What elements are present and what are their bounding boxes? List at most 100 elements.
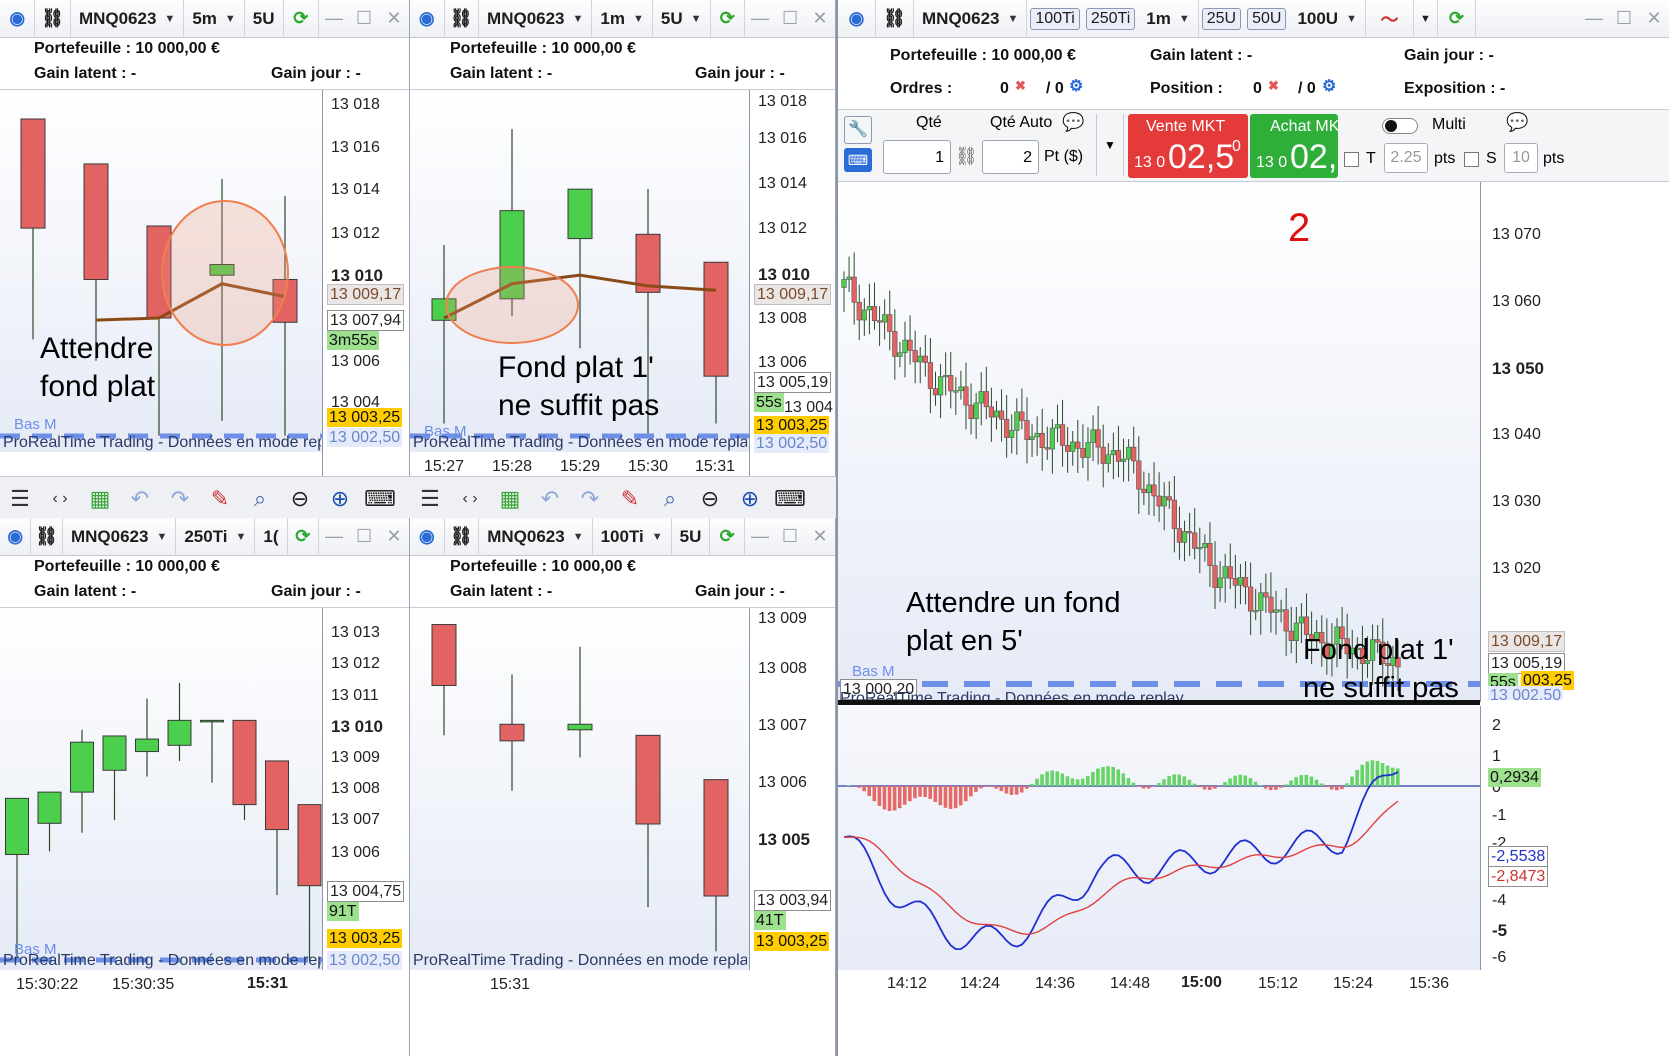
histogram-bar (1324, 786, 1329, 788)
histogram-bar (1111, 766, 1115, 786)
redo-icon[interactable]: ↷ (570, 486, 610, 512)
candle-timer-label: 91T (327, 902, 359, 921)
undo-icon[interactable]: ↶ (530, 486, 570, 512)
zoom-out-icon[interactable]: ⊖ (690, 486, 730, 512)
zoom-fit-icon[interactable]: ⌕ (650, 486, 690, 512)
time-tick: 14:24 (960, 975, 1001, 992)
last-price-label: 13 004,75 (327, 881, 405, 902)
histogram-bar (1187, 779, 1192, 786)
calendar-icon[interactable]: ▦ (490, 486, 530, 512)
keyboard-icon[interactable]: ⌨ (360, 486, 400, 512)
tools-icon[interactable]: ✎ (200, 486, 240, 512)
calendar-icon[interactable]: ▦ (80, 486, 120, 512)
candle-body (703, 779, 729, 897)
candle-body (1192, 532, 1198, 549)
candle-body (1288, 630, 1294, 641)
histogram-bar (1360, 764, 1365, 786)
keyboard-icon[interactable]: ⌨ (770, 486, 810, 512)
candle-body (1039, 432, 1045, 448)
histogram-bar (862, 786, 866, 792)
histogram-bar (1167, 776, 1171, 786)
histogram-bar (1274, 786, 1278, 790)
candle-body (841, 279, 847, 288)
histogram-bar (984, 786, 988, 787)
candle-body (1217, 577, 1223, 588)
histogram-bar (1314, 779, 1319, 786)
price-tick: 13 006 (331, 844, 380, 861)
ma-price-label: 13 009,17 (754, 284, 832, 305)
candle-body (1298, 616, 1305, 624)
candle-body (431, 624, 457, 686)
histogram-bar (948, 786, 953, 809)
indicator-tick: -4 (1492, 892, 1507, 909)
annotation-line: Fond plat 1' (498, 351, 654, 384)
candle-body (1293, 622, 1299, 641)
candle-body (200, 719, 224, 723)
candle-body (1237, 577, 1244, 586)
histogram-bar (1141, 786, 1146, 789)
candle-body (927, 362, 934, 389)
candle-body (856, 301, 862, 321)
histogram-bar (857, 786, 861, 788)
candle-body (135, 738, 159, 753)
menu-icon[interactable]: ☰ (0, 486, 40, 512)
zoom-in-icon[interactable]: ⊕ (320, 486, 360, 512)
zoom-in-icon[interactable]: ⊕ (730, 486, 770, 512)
histogram-bar (1060, 773, 1065, 786)
time-tick: 15:30 (628, 458, 669, 475)
candle-body (953, 390, 959, 393)
bas-m-label: Bas M (852, 663, 895, 680)
price-tick: 13 005 (758, 830, 810, 849)
menu-icon[interactable]: ☰ (410, 486, 450, 512)
histogram-bar (1243, 775, 1248, 786)
histogram-bar (1294, 777, 1298, 786)
time-tick: 15:30:35 (112, 976, 175, 993)
candle-body (703, 261, 729, 377)
candle-body (1166, 496, 1172, 501)
time-tick: 15:36 (1409, 975, 1450, 992)
candle-body (917, 355, 923, 363)
annotation-line: ne suffit pas (1303, 672, 1459, 704)
candle-body (1059, 424, 1066, 446)
ma-price-label: 13 009,17 (327, 284, 405, 305)
redo-icon[interactable]: ↷ (160, 486, 200, 512)
histogram-bar (882, 786, 887, 810)
candle-body (83, 163, 109, 280)
annotation-line: Fond plat 1' (1303, 634, 1454, 666)
candle-body (973, 402, 979, 420)
scroll-arrows-icon[interactable]: ‹ › (450, 490, 490, 508)
candle-body (851, 276, 857, 303)
histogram-bar (1030, 783, 1034, 786)
histogram-bar (1055, 771, 1060, 786)
drawing-toolbar: ☰ ‹ › ▦ ↶ ↷ ✎ ⌕ ⊖ ⊕ ⌨ (410, 476, 836, 521)
price-tick: 13 010 (758, 265, 810, 284)
undo-icon[interactable]: ↶ (120, 486, 160, 512)
histogram-bar (1009, 786, 1014, 795)
time-tick: 14:36 (1035, 975, 1076, 992)
candle-body (912, 350, 918, 363)
candle-body (1212, 565, 1218, 588)
histogram-bar (1091, 771, 1095, 786)
histogram-bar (908, 786, 912, 802)
candle-body (1019, 411, 1025, 421)
zoom-fit-icon[interactable]: ⌕ (240, 486, 280, 512)
candle-body (882, 314, 888, 323)
scroll-arrows-icon[interactable]: ‹ › (40, 490, 80, 508)
histogram-bar (1101, 766, 1105, 786)
price-tick: 13 008 (331, 780, 380, 797)
histogram-bar (1050, 770, 1054, 786)
candle-body (1034, 432, 1040, 438)
candle-body (1095, 429, 1101, 448)
zoom-out-icon[interactable]: ⊖ (280, 486, 320, 512)
tools-icon[interactable]: ✎ (610, 486, 650, 512)
histogram-bar (1035, 778, 1039, 786)
price-tick: 13 010 (331, 717, 383, 736)
candle-timer-label: 41T (754, 911, 786, 930)
histogram-bar (1284, 784, 1288, 786)
histogram-bar (1182, 776, 1187, 786)
price-tick: 13 014 (758, 175, 807, 192)
histogram-bar (953, 786, 958, 809)
candle-body (1080, 447, 1086, 458)
price-tick: 13 006 (331, 353, 380, 370)
histogram-bar (1065, 776, 1070, 786)
